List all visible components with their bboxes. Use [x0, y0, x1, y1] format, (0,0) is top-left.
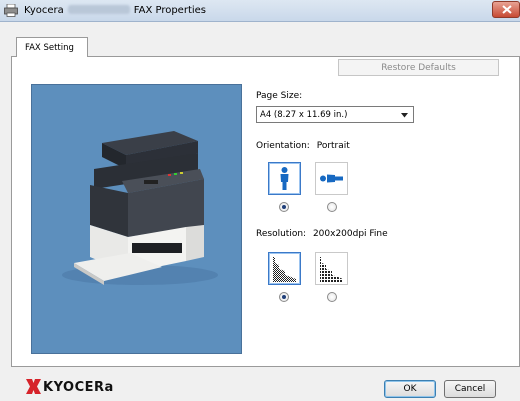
resolution-label: Resolution: [256, 229, 307, 239]
normal-resolution-radio[interactable] [327, 292, 337, 302]
close-icon [502, 5, 512, 14]
printer-image [62, 131, 218, 285]
kyocera-logo-icon [26, 379, 41, 394]
window-title-prefix: Kyocera [24, 5, 64, 16]
landscape-radio[interactable] [327, 202, 337, 212]
printer-preview [31, 84, 242, 354]
redacted-model-name [67, 5, 130, 14]
page-size-dropdown[interactable]: A4 (8.27 x 11.69 in.) [256, 106, 414, 123]
tab-fax-setting-label: FAX Setting [25, 43, 74, 53]
page-size-value: A4 (8.27 x 11.69 in.) [260, 110, 348, 120]
fine-resolution-radio[interactable] [279, 292, 289, 302]
tab-fax-setting[interactable]: FAX Setting [16, 37, 88, 57]
resolution-value: 200x200dpi Fine [312, 229, 388, 239]
landscape-person-icon [320, 174, 343, 183]
normal-resolution-icon [320, 257, 343, 282]
fine-resolution-icon [273, 257, 296, 282]
normal-resolution-option[interactable] [315, 252, 348, 285]
orientation-value: Portrait [316, 141, 350, 151]
window-title: Kyocera FAX Properties [24, 5, 206, 16]
landscape-option[interactable] [315, 162, 348, 195]
restore-defaults-label: Restore Defaults [381, 63, 456, 73]
close-button[interactable] [492, 1, 520, 18]
portrait-person-icon [280, 167, 289, 190]
fine-resolution-option[interactable] [268, 252, 301, 285]
ok-button-label: OK [403, 384, 417, 394]
orientation-heading: Orientation: Portrait [256, 141, 350, 151]
ok-button[interactable]: OK [384, 380, 436, 398]
portrait-option[interactable] [268, 162, 301, 195]
cancel-button-label: Cancel [454, 384, 486, 394]
cancel-button[interactable]: Cancel [444, 380, 496, 398]
resolution-heading: Resolution: 200x200dpi Fine [256, 229, 388, 239]
title-bar: Kyocera FAX Properties [0, 0, 520, 22]
restore-defaults-button[interactable]: Restore Defaults [338, 59, 499, 76]
orientation-label: Orientation: [256, 141, 310, 151]
chevron-down-icon [401, 113, 408, 118]
window-title-suffix: FAX Properties [133, 5, 207, 16]
printer-icon [4, 4, 18, 17]
page-size-label: Page Size: [256, 91, 303, 101]
portrait-radio[interactable] [279, 202, 289, 212]
kyocera-brand: KYOCERa [43, 380, 114, 395]
